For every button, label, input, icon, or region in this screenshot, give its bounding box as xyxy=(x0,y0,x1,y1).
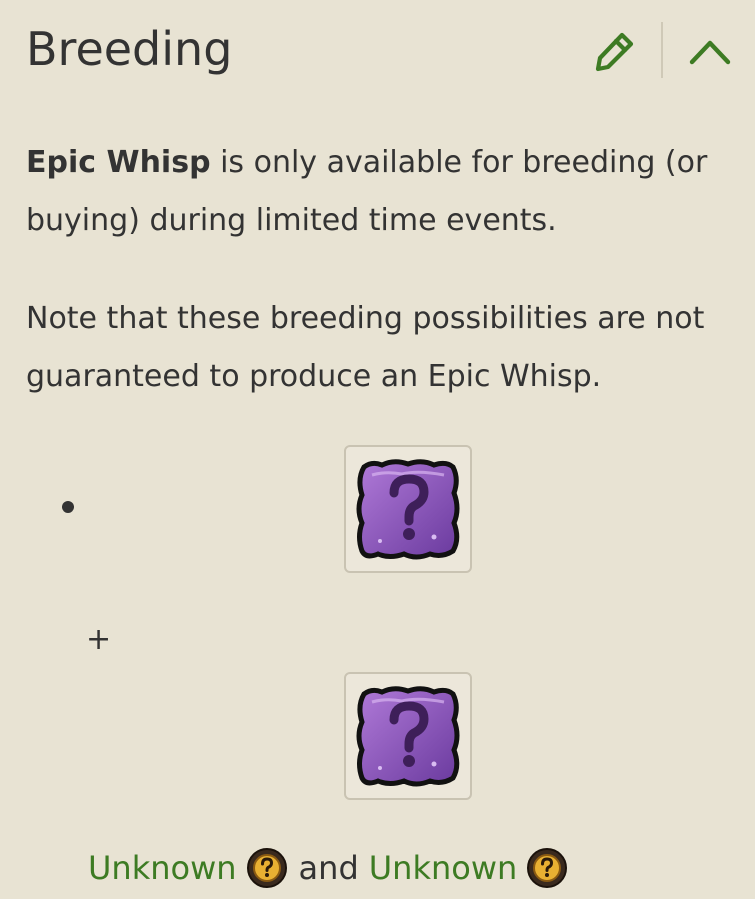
question-mark-coin-icon[interactable] xyxy=(525,846,569,890)
header-divider xyxy=(661,22,663,78)
parent-2-link[interactable]: Unknown xyxy=(369,842,518,894)
parent-1-tile[interactable] xyxy=(344,445,472,573)
combine-operator: + xyxy=(86,622,112,657)
question-mark-coin-icon[interactable] xyxy=(245,846,289,890)
parent-1-link[interactable]: Unknown xyxy=(88,842,237,894)
section-title: Breeding xyxy=(26,22,233,76)
unknown-monster-icon xyxy=(356,459,460,560)
availability-paragraph: Epic Whisp is only available for breedin… xyxy=(26,134,726,250)
monster-name: Epic Whisp xyxy=(26,145,211,180)
section-header: Breeding xyxy=(0,0,755,104)
parent-2-tile[interactable] xyxy=(344,672,472,800)
collapse-section-button[interactable] xyxy=(684,26,736,76)
unknown-monster-icon xyxy=(356,686,460,787)
note-paragraph: Note that these breeding possibilities a… xyxy=(26,301,705,394)
joiner-text: and xyxy=(298,849,359,887)
pencil-icon xyxy=(595,32,634,72)
list-bullet xyxy=(62,501,74,513)
parent-combination-line: Unknown and Unknown xyxy=(88,842,569,894)
chevron-up-icon xyxy=(689,40,731,65)
edit-section-button[interactable] xyxy=(590,26,640,76)
